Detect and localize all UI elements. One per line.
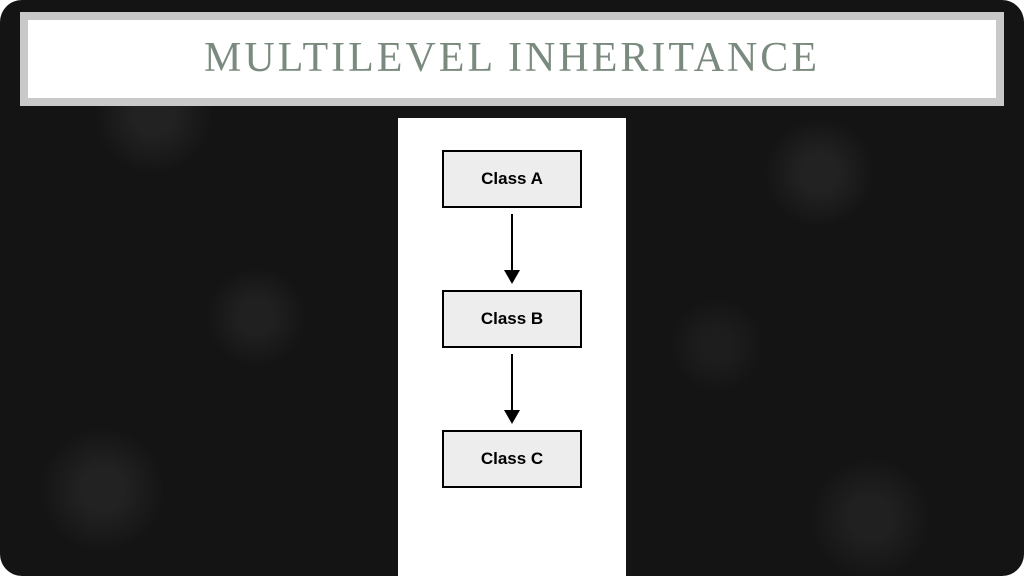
slide-title: Multilevel Inheritance xyxy=(38,34,986,82)
arrow-down-icon xyxy=(511,354,513,422)
title-inner-frame: Multilevel Inheritance xyxy=(28,20,996,98)
class-node-b: Class B xyxy=(442,290,582,348)
class-node-c: Class C xyxy=(442,430,582,488)
class-node-label: Class A xyxy=(481,169,543,189)
class-node-a: Class A xyxy=(442,150,582,208)
diagram-container: Class A Class B Class C xyxy=(398,118,626,576)
arrow-down-icon xyxy=(511,214,513,282)
class-node-label: Class C xyxy=(481,449,543,469)
title-outer-frame: Multilevel Inheritance xyxy=(20,12,1004,106)
class-node-label: Class B xyxy=(481,309,543,329)
slide: Multilevel Inheritance Class A Class B C… xyxy=(0,0,1024,576)
